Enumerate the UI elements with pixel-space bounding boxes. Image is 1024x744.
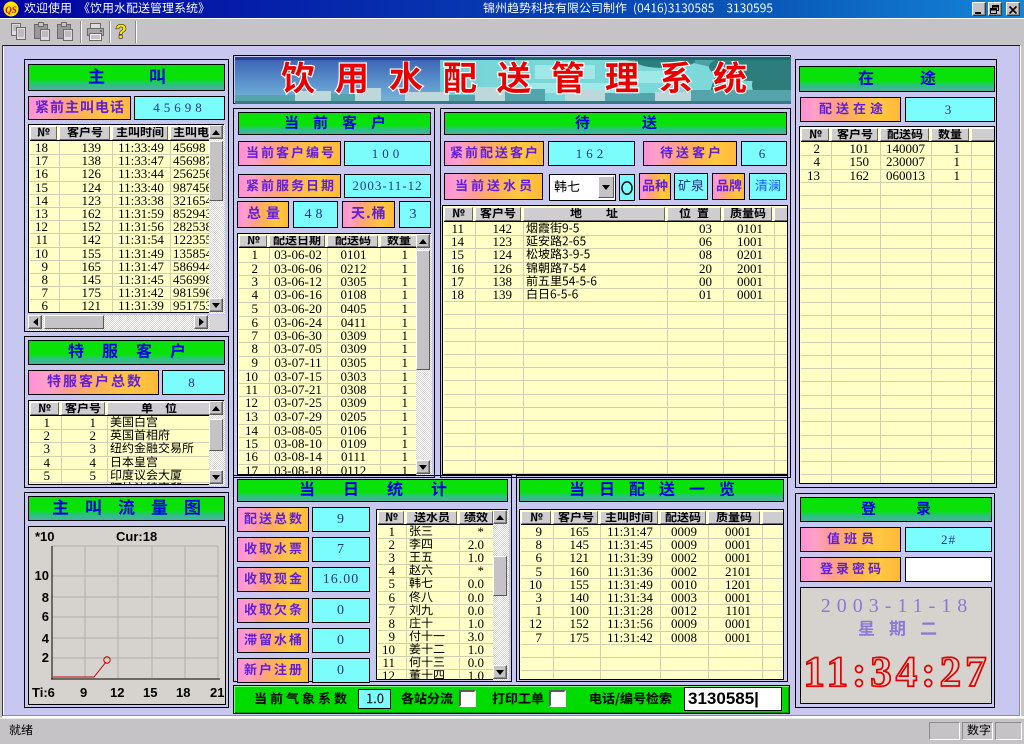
svg-text:*10: *10 (35, 529, 55, 544)
svg-text:6: 6 (42, 609, 49, 624)
svg-text:21: 21 (210, 685, 224, 700)
svg-text:QS: QS (5, 5, 17, 15)
svg-text:?: ? (115, 22, 127, 43)
svg-text:12: 12 (110, 685, 124, 700)
svg-text:8: 8 (42, 590, 49, 605)
svg-text:2: 2 (42, 650, 49, 665)
svg-text:Cur:18: Cur:18 (116, 529, 157, 544)
svg-text:4: 4 (42, 631, 50, 646)
svg-text:15: 15 (143, 685, 157, 700)
svg-text:18: 18 (176, 685, 190, 700)
svg-text:Ti:6: Ti:6 (32, 685, 55, 700)
svg-text:9: 9 (80, 685, 87, 700)
svg-text:10: 10 (35, 568, 49, 583)
